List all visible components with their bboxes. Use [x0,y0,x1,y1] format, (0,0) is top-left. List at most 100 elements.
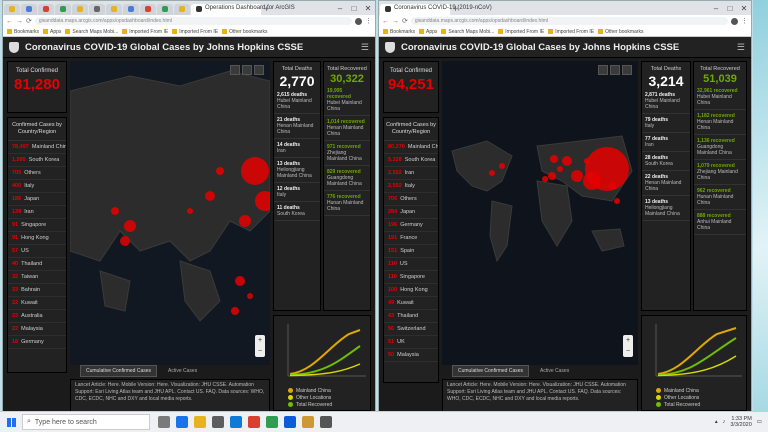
deaths-row[interactable]: 13 deaths Heilongjiang Mainland China [274,158,320,183]
case-bubble[interactable] [584,158,590,164]
country-row[interactable]: 110 US [384,258,438,271]
country-row[interactable]: 22 Kuwait [8,297,66,310]
browser-tab-active[interactable]: Coronavirus COVID-19 (2019-nCoV) [380,4,492,15]
country-row[interactable]: 18 Germany [8,336,66,349]
recovered-row[interactable]: 19,995 recovered Hubei Mainland China [324,85,370,116]
country-list-panel[interactable]: Confirmed Cases by Country/Region 80,270… [383,117,439,383]
tab-cumulative-confirmed[interactable]: Cumulative Confirmed Cases [80,365,158,377]
case-bubble[interactable] [120,236,130,246]
app-icon[interactable] [284,416,296,428]
case-bubble[interactable] [231,307,239,315]
country-row[interactable]: 139 Iran [8,206,66,219]
bookmark-item[interactable]: Bookmarks [7,29,39,35]
notifications-icon[interactable]: ▭ [757,419,762,425]
case-bubble[interactable] [247,293,253,299]
country-row[interactable]: 284 Japan [384,206,438,219]
map-legend-icon[interactable] [254,65,264,75]
minimize-icon[interactable]: – [333,4,347,13]
country-row[interactable]: 33 Bahrain [8,284,66,297]
recovered-row[interactable]: 1,079 recovered Zhejiang Mainland China [694,160,746,185]
chrome-icon[interactable] [248,416,260,428]
recovered-row[interactable]: 888 recovered Anhui Mainland China [694,210,746,235]
back-icon[interactable]: ← [6,18,13,25]
zoom-control[interactable]: + − [623,335,633,357]
zoom-out-icon[interactable]: − [255,346,265,357]
country-row[interactable]: 110 Singapore [384,271,438,284]
forward-icon[interactable]: → [16,18,23,25]
profile-icon[interactable] [731,17,738,25]
case-bubble[interactable] [542,176,548,182]
recovered-row[interactable]: 776 recovered Hunan Mainland China [324,191,370,216]
bookmark-item[interactable]: Imported From IE [548,29,594,35]
store-icon[interactable] [212,416,224,428]
browser-tab[interactable] [21,4,37,15]
tab-cumulative-confirmed[interactable]: Cumulative Confirmed Cases [452,365,530,377]
deaths-row[interactable]: 28 deaths South Korea [642,152,690,171]
country-row[interactable]: 706 Others [384,193,438,206]
edge-icon[interactable] [176,416,188,428]
case-bubble[interactable] [111,207,119,215]
country-row[interactable]: 151 Spain [384,245,438,258]
country-row[interactable]: 22 Malaysia [8,323,66,336]
country-row[interactable]: 80,270Mainland China [384,141,438,154]
deaths-row[interactable]: 11 deaths South Korea [274,202,320,221]
recovered-row[interactable]: 971 recovered Zhejiang Mainland China [324,141,370,166]
country-row[interactable]: 51 UK [384,336,438,349]
bookmark-item[interactable]: Imported From IE [498,29,544,35]
deaths-row[interactable]: 12 deaths Italy [274,183,320,202]
case-bubble[interactable] [571,170,583,182]
network-icon[interactable]: ▴ [715,419,718,425]
address-input[interactable]: gisanddata.maps.arcgis.com/apps/opsdashb… [410,17,728,25]
app-icon[interactable] [266,416,278,428]
recovered-row[interactable]: 32,961 recovered Hubei Mainland China [694,85,746,110]
deaths-row[interactable]: 14 deaths Iran [274,139,320,158]
map-layers-icon[interactable] [242,65,252,75]
minimize-icon[interactable]: – [709,4,723,13]
maximize-icon[interactable]: □ [347,4,361,13]
case-bubble[interactable] [583,172,601,190]
country-row[interactable]: 400 Italy [8,180,66,193]
menu-icon[interactable]: ⋮ [365,17,372,25]
country-row[interactable]: 50 Malaysia [384,349,438,362]
map-legend-icon[interactable] [622,65,632,75]
case-bubble[interactable] [205,191,215,201]
hamburger-menu-icon[interactable]: ☰ [361,42,369,53]
browser-tab[interactable] [106,4,122,15]
country-row[interactable]: 43 Thailand [384,310,438,323]
case-bubble[interactable] [216,167,224,175]
address-input[interactable]: gisanddata.maps.arcgis.com/apps/opsdashb… [34,17,352,25]
country-list-panel[interactable]: Confirmed Cases by Country/Region 78,497… [7,117,67,373]
country-row[interactable]: 57 US [8,245,66,258]
case-bubble[interactable] [124,220,136,232]
profile-icon[interactable] [355,17,362,25]
country-row[interactable]: 91 Hong Kong [8,232,66,245]
country-row[interactable]: 91 Singapore [8,219,66,232]
bookmark-item[interactable]: Bookmarks [383,29,415,35]
case-bubble[interactable] [235,276,245,286]
browser-tab[interactable] [140,4,156,15]
map-view[interactable]: + − Cumulative Confirmed Cases Active Cas… [442,61,638,377]
recovered-row[interactable]: 1,182 recovered Henan Mainland China [694,110,746,135]
case-bubble[interactable] [614,198,620,204]
country-row[interactable]: 2,502 Italy [384,180,438,193]
bookmark-item[interactable]: Other bookmarks [598,29,643,35]
country-row[interactable]: 23 Australia [8,310,66,323]
browser-tab[interactable] [72,4,88,15]
total-recovered-panel[interactable]: Total Recovered 51,039 32,961 recovered H… [693,61,747,311]
country-row[interactable]: 100 Hong Kong [384,284,438,297]
task-view-icon[interactable] [158,416,170,428]
maximize-icon[interactable]: □ [723,4,737,13]
bookmark-item[interactable]: Search Maps Mobi... [65,29,118,35]
mail-icon[interactable] [230,416,242,428]
deaths-row[interactable]: 22 deaths Henan Mainland China [642,171,690,196]
case-bubble[interactable] [550,155,558,163]
country-row[interactable]: 56 Switzerland [384,323,438,336]
deaths-row[interactable]: 13 deaths Heilongjiang Mainland China [642,196,690,221]
map-basemap-icon[interactable] [598,65,608,75]
recovered-row[interactable]: 962 recovered Hunan Mainland China [694,185,746,210]
browser-tab-active[interactable]: Operations Dashboard for ArcGIS [191,4,295,15]
case-bubble[interactable] [562,156,572,166]
deaths-row[interactable]: 2,615 deaths Hubei Mainland China [274,89,320,114]
map-view[interactable]: + − Cumulative Confirmed Cases Active Cas… [70,61,270,377]
volume-icon[interactable]: ♪ [723,419,726,425]
